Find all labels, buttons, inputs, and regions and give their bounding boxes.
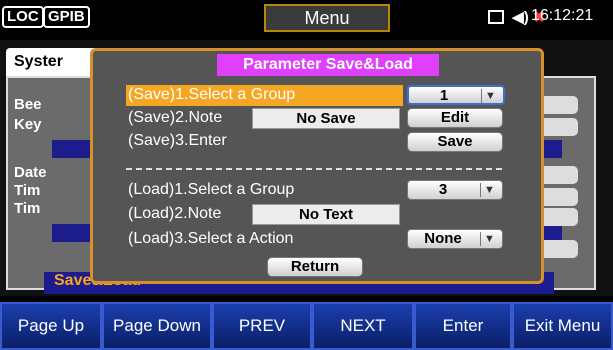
time-label: Tim (14, 182, 41, 199)
load-action-select[interactable]: None ▼ (407, 229, 503, 249)
chevron-down-icon: ▼ (480, 232, 498, 246)
save-note-label: (Save)2.Note (128, 109, 223, 126)
save-group-select[interactable]: 1 ▼ (407, 85, 505, 105)
section-separator (126, 168, 502, 170)
load-action-value: None (424, 230, 462, 247)
load-group-select[interactable]: 3 ▼ (407, 180, 503, 200)
exit-menu-button[interactable]: Exit Menu (512, 302, 613, 350)
load-note-field[interactable]: No Text (252, 204, 400, 225)
time-label-2: Tim (14, 200, 41, 217)
save-enter-label: (Save)3.Enter (128, 132, 227, 149)
speaker-icon: ◀) (512, 9, 529, 27)
save-note-field[interactable]: No Save (252, 108, 400, 129)
date-label: Date (14, 164, 47, 181)
bg-button-1[interactable] (538, 96, 578, 114)
load-group-value: 3 (438, 181, 448, 198)
chevron-down-icon: ▼ (480, 183, 498, 197)
status-bar: LOC GPIB Menu ◀) ✖ 16:12:21 (0, 0, 613, 34)
display-icon (488, 10, 504, 25)
bg-button-5[interactable] (538, 208, 578, 226)
chevron-down-icon: ▼ (481, 89, 499, 103)
page-up-button[interactable]: Page Up (0, 302, 102, 350)
bg-button-4[interactable] (538, 188, 578, 206)
save-group-value: 1 (439, 87, 449, 104)
bg-button-2[interactable] (538, 118, 578, 136)
save-button[interactable]: Save (407, 132, 503, 152)
load-note-label: (Load)2.Note (128, 205, 222, 222)
enter-button[interactable]: Enter (414, 302, 512, 350)
beep-label: Bee (14, 96, 42, 113)
clock-time: 16:12:21 (531, 7, 594, 24)
key-label: Key (14, 116, 42, 133)
next-button[interactable]: NEXT (312, 302, 414, 350)
edit-button[interactable]: Edit (407, 108, 503, 128)
bg-button-3[interactable] (538, 166, 578, 184)
parameter-save-load-dialog: Parameter Save&Load (Save)1.Select a Gro… (90, 48, 544, 284)
load-select-group-label: (Load)1.Select a Group (128, 181, 295, 198)
load-action-label: (Load)3.Select a Action (128, 230, 294, 247)
gpib-badge: GPIB (43, 6, 90, 28)
save-select-group-label: (Save)1.Select a Group (128, 86, 296, 103)
return-button[interactable]: Return (267, 257, 363, 277)
dialog-title: Parameter Save&Load (217, 54, 439, 76)
prev-button[interactable]: PREV (212, 302, 312, 350)
page-down-button[interactable]: Page Down (102, 302, 212, 350)
loc-badge: LOC (2, 6, 44, 28)
bg-button-6[interactable] (538, 240, 578, 258)
menu-title: Menu (264, 4, 390, 32)
softkey-bar: Page Up Page Down PREV NEXT Enter Exit M… (0, 302, 613, 350)
